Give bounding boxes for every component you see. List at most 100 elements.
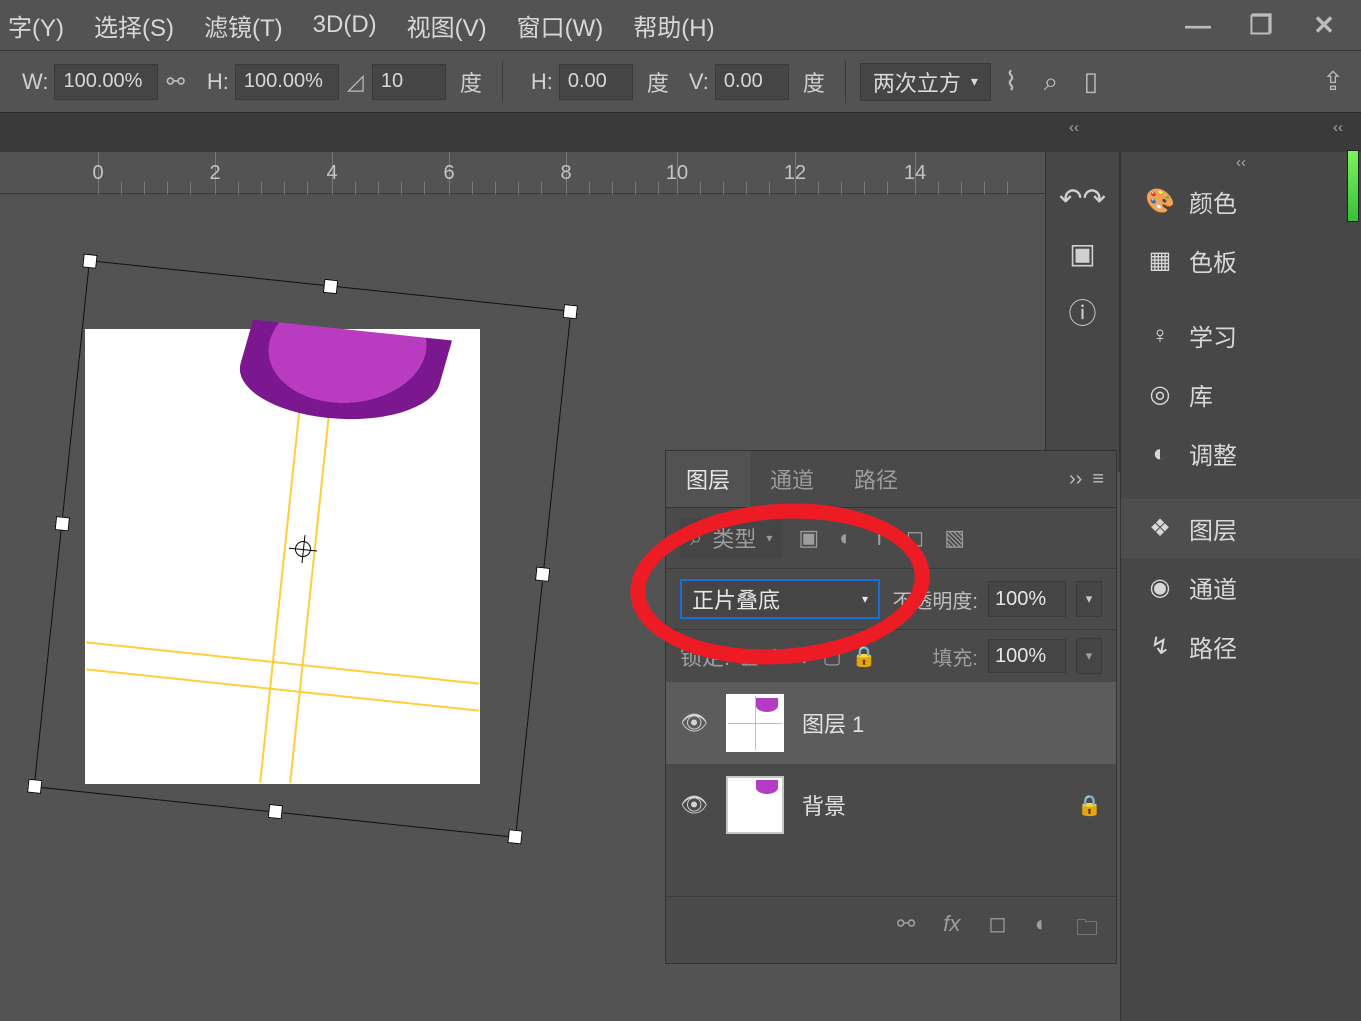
- lock-brush-icon[interactable]: ✎: [769, 644, 786, 669]
- paths-icon: ↯: [1145, 632, 1175, 661]
- lock-label: 锁定:: [680, 640, 730, 672]
- link-layers-icon[interactable]: ⚯: [897, 911, 915, 949]
- warp-icon[interactable]: ⌇: [991, 66, 1031, 97]
- panel-tab-learn[interactable]: ♀ 学习: [1121, 306, 1361, 365]
- panel-tab-swatches[interactable]: ▦ 色板: [1121, 231, 1361, 290]
- ruler-tick-minor: [261, 182, 262, 194]
- transform-handle[interactable]: [267, 804, 282, 819]
- close-button[interactable]: ✕: [1310, 10, 1338, 41]
- menu-type[interactable]: 字(Y): [8, 8, 64, 43]
- collapse-chevron-icon[interactable]: ‹‹: [1315, 113, 1361, 152]
- transform-handle[interactable]: [27, 779, 42, 794]
- panel-menu-icon[interactable]: ≡: [1092, 468, 1104, 491]
- maximize-button[interactable]: ❐: [1247, 10, 1275, 41]
- fill-input[interactable]: [988, 639, 1066, 673]
- transform-handle[interactable]: [322, 279, 337, 294]
- artboard[interactable]: [85, 329, 480, 784]
- skew-v-unit: 度: [803, 66, 825, 98]
- ruler-tick-minor: [984, 182, 985, 194]
- grid-icon[interactable]: ▯: [1071, 66, 1111, 97]
- panel-tab-adjustments[interactable]: ◐ 调整: [1121, 424, 1361, 483]
- chevron-down-icon: ▾: [766, 531, 772, 545]
- visibility-toggle-icon[interactable]: 👁: [680, 792, 708, 818]
- collapse-chevron-icon[interactable]: ‹‹: [1051, 113, 1097, 152]
- panel-tab-color[interactable]: 🎨 颜色: [1121, 172, 1361, 231]
- skew-h-input[interactable]: [559, 64, 633, 100]
- lock-row: 锁定: ▩ ✎ ✥ ▢ 🔒 填充: ▾: [666, 630, 1116, 682]
- lock-icon[interactable]: 🔒: [1077, 793, 1102, 818]
- tab-paths[interactable]: 路径: [834, 451, 918, 507]
- layer-mask-icon[interactable]: ◻: [988, 911, 1006, 949]
- lock-position-icon[interactable]: ✥: [796, 644, 813, 669]
- adjustment-layer-icon[interactable]: ◐: [1035, 911, 1048, 949]
- filter-text-icon[interactable]: T: [872, 525, 885, 551]
- guide-line[interactable]: [86, 668, 479, 711]
- transform-handle[interactable]: [82, 254, 97, 269]
- visibility-toggle-icon[interactable]: 👁: [680, 710, 708, 736]
- guide-line[interactable]: [86, 641, 479, 684]
- history-icon[interactable]: ↶↷: [1059, 182, 1106, 215]
- transform-handle[interactable]: [507, 829, 522, 844]
- angle-icon: ◿: [347, 69, 364, 95]
- ruler-tick-minor: [424, 182, 425, 194]
- group-icon[interactable]: 🗀: [1076, 911, 1098, 949]
- filter-pixel-icon[interactable]: ▣: [798, 525, 819, 551]
- fill-chevron[interactable]: ▾: [1076, 638, 1102, 674]
- ruler-tick-minor: [307, 182, 308, 194]
- expand-icon[interactable]: ››: [1069, 468, 1082, 491]
- lock-pixels-icon[interactable]: ▩: [740, 644, 759, 669]
- opacity-input[interactable]: [988, 581, 1066, 617]
- blend-mode-select[interactable]: 正片叠底 ▾: [680, 579, 880, 619]
- info-icon[interactable]: ⓘ: [1068, 292, 1096, 332]
- transform-handle[interactable]: [55, 516, 70, 531]
- lock-artboard-icon[interactable]: ▢: [823, 644, 842, 669]
- opacity-chevron[interactable]: ▾: [1076, 581, 1102, 617]
- layer-fx-icon[interactable]: fx: [943, 911, 960, 949]
- panel-tab-library[interactable]: ◎ 库: [1121, 365, 1361, 424]
- layer-row[interactable]: 👁 背景 🔒: [666, 764, 1116, 846]
- edge-meter: [1347, 150, 1359, 222]
- skew-v-input[interactable]: [715, 64, 789, 100]
- search-icon: ⌕: [690, 525, 702, 551]
- share-icon[interactable]: ⇪: [1313, 66, 1353, 97]
- menu-select[interactable]: 选择(S): [94, 8, 174, 43]
- layer-row[interactable]: 👁 图层 1: [666, 682, 1116, 764]
- tab-layers[interactable]: 图层: [666, 451, 750, 507]
- filter-kind-label: 类型: [712, 522, 756, 554]
- layer-thumbnail[interactable]: [726, 694, 784, 752]
- ruler-tick-minor: [938, 182, 939, 194]
- panel-tab-paths[interactable]: ↯ 路径: [1121, 617, 1361, 676]
- lock-all-icon[interactable]: 🔒: [851, 644, 876, 669]
- width-input[interactable]: [54, 64, 158, 100]
- filter-shape-icon[interactable]: ◻: [906, 525, 924, 551]
- libraries-icon[interactable]: ▣: [1069, 237, 1095, 270]
- layer-name[interactable]: 图层 1: [802, 707, 864, 739]
- tab-channels[interactable]: 通道: [750, 451, 834, 507]
- filter-smart-icon[interactable]: ▧: [944, 525, 965, 551]
- angle-input[interactable]: [372, 64, 446, 100]
- link-icon[interactable]: ⚯: [166, 69, 184, 95]
- layer-name[interactable]: 背景: [802, 789, 846, 821]
- menu-3d[interactable]: 3D(D): [313, 11, 377, 39]
- menu-window[interactable]: 窗口(W): [517, 8, 604, 43]
- window-controls: — ❐ ✕: [1184, 10, 1353, 41]
- search-icon[interactable]: ⌕: [1031, 66, 1071, 98]
- ruler-tick-minor: [518, 182, 519, 194]
- ruler-label: 12: [784, 162, 806, 185]
- layers-icon: ❖: [1145, 514, 1175, 543]
- thumbnail-shape: [756, 698, 778, 712]
- height-input[interactable]: [235, 64, 339, 100]
- menu-view[interactable]: 视图(V): [407, 8, 487, 43]
- panel-tab-layers[interactable]: ❖ 图层: [1121, 499, 1361, 558]
- transform-handle[interactable]: [563, 304, 578, 319]
- layer-thumbnail[interactable]: [726, 776, 784, 834]
- transform-handle[interactable]: [535, 567, 550, 582]
- panel-tab-channels[interactable]: ◉ 通道: [1121, 558, 1361, 617]
- filter-kind-select[interactable]: ⌕ 类型 ▾: [680, 518, 782, 558]
- menu-help[interactable]: 帮助(H): [633, 8, 714, 43]
- minimize-button[interactable]: —: [1184, 10, 1212, 41]
- filter-adjust-icon[interactable]: ◐: [839, 525, 852, 551]
- interpolation-select[interactable]: 两次立方 ▾: [860, 63, 991, 101]
- dock-collapse-icon[interactable]: ‹‹: [1121, 152, 1361, 172]
- menu-filter[interactable]: 滤镜(T): [204, 8, 283, 43]
